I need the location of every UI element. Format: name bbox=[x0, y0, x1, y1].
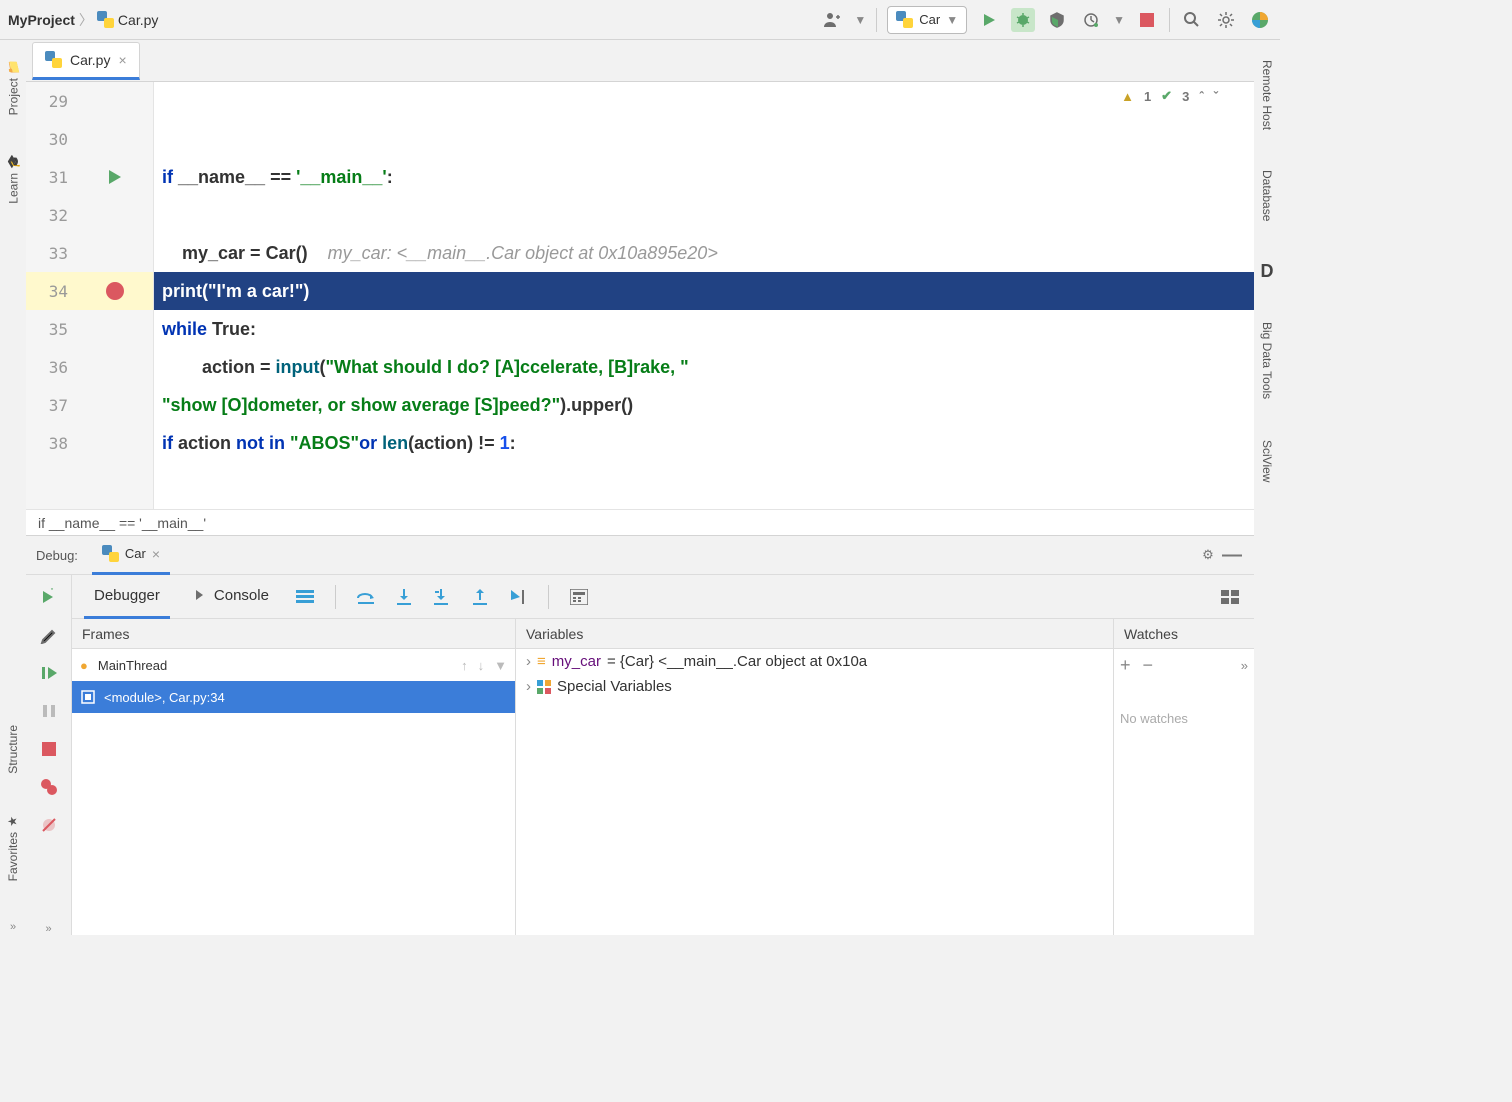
python-icon bbox=[896, 11, 913, 28]
next-frame-icon[interactable]: ↓ bbox=[478, 658, 485, 673]
prev-frame-icon[interactable]: ↑ bbox=[461, 658, 468, 673]
python-icon bbox=[102, 545, 119, 562]
step-into-button[interactable] bbox=[392, 585, 416, 609]
stack-frame[interactable]: <module>, Car.py:34 bbox=[72, 681, 515, 713]
debug-button[interactable] bbox=[1011, 8, 1035, 32]
remove-watch-button[interactable]: − bbox=[1143, 655, 1154, 676]
more-icon[interactable]: » bbox=[1241, 658, 1248, 673]
threads-icon[interactable] bbox=[293, 585, 317, 609]
file-tab[interactable]: Car.py × bbox=[32, 42, 140, 80]
top-toolbar: MyProject 〉 Car.py ▼ Car ▼ ▼ bbox=[0, 0, 1280, 40]
evaluate-expression-button[interactable] bbox=[567, 585, 591, 609]
console-tab[interactable]: Console bbox=[184, 577, 279, 617]
add-watch-button[interactable]: + bbox=[1120, 655, 1131, 676]
run-config-label: Car bbox=[919, 12, 940, 27]
settings-icon[interactable] bbox=[1214, 8, 1238, 32]
breadcrumb-file[interactable]: Car.py bbox=[118, 12, 158, 28]
check-icon: ✔ bbox=[1161, 88, 1172, 104]
right-tool-window-bar: Remote Host Database D Big Data Tools Sc… bbox=[1254, 40, 1280, 935]
favorites-tool[interactable]: Favorites★ bbox=[6, 814, 20, 881]
thread-dropdown-icon[interactable]: ▼ bbox=[494, 658, 507, 673]
file-tab-label: Car.py bbox=[70, 52, 110, 68]
big-data-tools-tool[interactable]: Big Data Tools bbox=[1260, 322, 1274, 399]
database-tool[interactable]: Database bbox=[1260, 170, 1274, 221]
resume-button[interactable] bbox=[37, 661, 61, 685]
step-over-button[interactable] bbox=[354, 585, 378, 609]
chevron-down-icon[interactable]: ▼ bbox=[854, 13, 866, 27]
hide-icon[interactable]: — bbox=[1220, 543, 1244, 567]
variable-row[interactable]: › ≡ my_car = {Car} <__main__.Car object … bbox=[516, 649, 1113, 674]
toolbar-right: ▼ Car ▼ ▼ bbox=[820, 6, 1272, 34]
chevron-up-icon[interactable]: ˆ bbox=[1199, 89, 1203, 104]
modify-run-config-button[interactable] bbox=[37, 623, 61, 647]
big-data-d-icon[interactable]: D bbox=[1261, 261, 1274, 282]
sciview-tool[interactable]: SciView bbox=[1260, 440, 1274, 482]
pause-button[interactable] bbox=[37, 699, 61, 723]
debug-toolbar: Debugger Console bbox=[72, 575, 1254, 619]
variable-row[interactable]: › Special Variables bbox=[516, 674, 1113, 699]
remote-host-tool[interactable]: Remote Host bbox=[1260, 60, 1274, 130]
close-icon[interactable]: × bbox=[118, 52, 126, 68]
add-user-icon[interactable] bbox=[820, 8, 844, 32]
debugger-tab[interactable]: Debugger bbox=[84, 575, 170, 619]
inspection-widget[interactable]: ▲1 ✔3 ˆ ˇ bbox=[1121, 88, 1218, 104]
learn-tool[interactable]: Learn🎓 bbox=[6, 155, 21, 204]
debug-title: Debug: bbox=[36, 548, 78, 563]
settings-icon[interactable]: ⚙ bbox=[1196, 543, 1220, 567]
debug-tool-window: Debug: Car × ⚙ — bbox=[26, 535, 1254, 935]
profile-button[interactable] bbox=[1079, 8, 1103, 32]
chevron-down-icon[interactable]: ▼ bbox=[1113, 13, 1125, 27]
coverage-button[interactable] bbox=[1045, 8, 1069, 32]
chevron-down-icon: ▼ bbox=[946, 13, 958, 27]
jetbrains-icon[interactable] bbox=[1248, 8, 1272, 32]
step-into-my-code-button[interactable] bbox=[430, 585, 454, 609]
step-out-button[interactable] bbox=[468, 585, 492, 609]
left-tool-window-bar: Project📁 Learn🎓 Structure Favorites★ » bbox=[0, 40, 26, 935]
python-file-icon bbox=[97, 11, 114, 28]
stop-button[interactable] bbox=[37, 737, 61, 761]
chevron-down-icon[interactable]: ˇ bbox=[1214, 89, 1218, 104]
structure-tool[interactable]: Structure bbox=[6, 725, 20, 774]
mute-breakpoints-button[interactable] bbox=[37, 813, 61, 837]
warning-icon: ▲ bbox=[1121, 89, 1134, 104]
thread-selector[interactable]: ● MainThread ↑ ↓ ▼ bbox=[72, 649, 515, 681]
code-area[interactable]: ▲1 ✔3 ˆ ˇ if __name__ == '__main__': my_… bbox=[154, 82, 1254, 509]
debug-session-tab[interactable]: Car × bbox=[92, 535, 170, 575]
layout-settings-button[interactable] bbox=[1218, 585, 1242, 609]
view-breakpoints-button[interactable] bbox=[37, 775, 61, 799]
editor-gutter[interactable]: 29303132333435363738 bbox=[26, 82, 154, 509]
variables-pane: Variables › ≡ my_car = {Car} <__main__.C… bbox=[516, 619, 1114, 935]
run-button[interactable] bbox=[977, 8, 1001, 32]
watches-header: Watches bbox=[1114, 619, 1254, 649]
code-editor[interactable]: 29303132333435363738 ▲1 ✔3 ˆ ˇ if __name… bbox=[26, 82, 1254, 509]
debug-header: Debug: Car × ⚙ — bbox=[26, 535, 1254, 575]
debug-side-toolbar: » bbox=[26, 575, 72, 935]
frames-pane: Frames ● MainThread ↑ ↓ ▼ bbox=[72, 619, 516, 935]
run-config-dropdown[interactable]: Car ▼ bbox=[887, 6, 967, 34]
editor-tabs: Car.py × bbox=[26, 40, 1254, 82]
watches-pane: Watches + − » No watches bbox=[1114, 619, 1254, 935]
watches-empty: No watches bbox=[1114, 681, 1254, 756]
stop-button[interactable] bbox=[1135, 8, 1159, 32]
run-to-cursor-button[interactable] bbox=[506, 585, 530, 609]
project-tool[interactable]: Project📁 bbox=[6, 60, 21, 115]
variables-header: Variables bbox=[516, 619, 1113, 649]
breadcrumb-project[interactable]: MyProject bbox=[8, 12, 75, 28]
python-file-icon bbox=[45, 51, 62, 68]
breadcrumb-sep-icon: 〉 bbox=[79, 10, 93, 30]
close-icon[interactable]: × bbox=[152, 546, 160, 562]
search-icon[interactable] bbox=[1180, 8, 1204, 32]
breadcrumb-bar[interactable]: if __name__ == '__main__' bbox=[26, 509, 1254, 535]
frames-header: Frames bbox=[72, 619, 515, 649]
breadcrumb[interactable]: MyProject 〉 Car.py bbox=[8, 10, 158, 30]
rerun-button[interactable] bbox=[37, 585, 61, 609]
